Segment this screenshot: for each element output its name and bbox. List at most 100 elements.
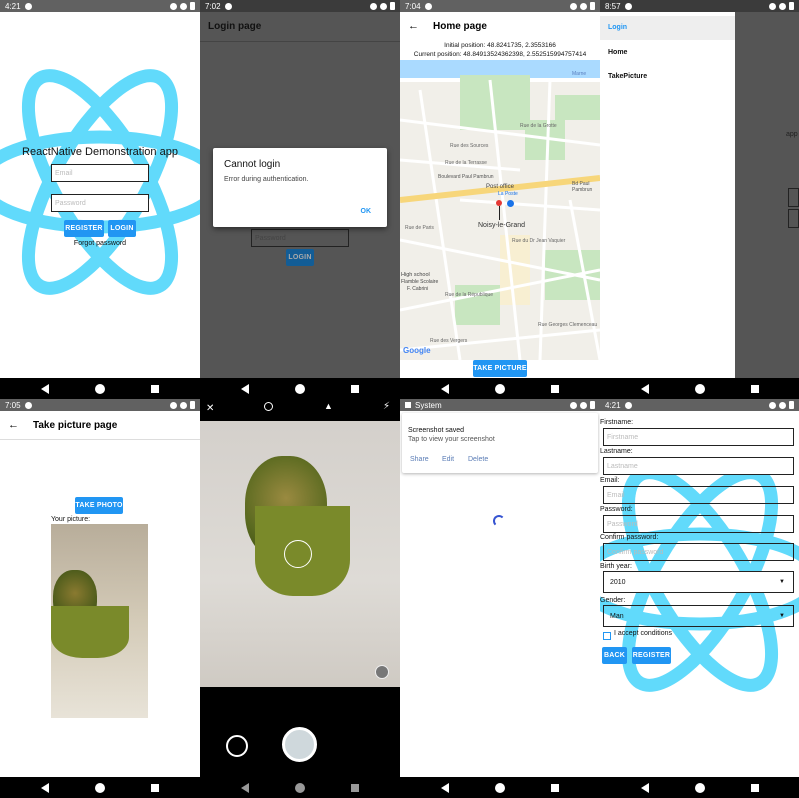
gender-select[interactable]: Man ▼ bbox=[603, 605, 794, 627]
screen-take-picture: 7:05 ← Take picture page TAKE PHOTO Your… bbox=[0, 399, 200, 798]
back-nav-icon[interactable] bbox=[441, 383, 449, 394]
share-action[interactable]: Share bbox=[410, 456, 429, 463]
recents-nav-icon[interactable] bbox=[151, 783, 159, 792]
home-nav-icon[interactable] bbox=[694, 782, 705, 793]
birth-year-value: 2010 bbox=[610, 578, 626, 586]
map-graphic bbox=[400, 60, 600, 360]
hdr-icon[interactable]: ▲ bbox=[324, 401, 333, 411]
back-nav-icon[interactable] bbox=[640, 782, 649, 793]
recents-nav-icon[interactable] bbox=[551, 384, 559, 393]
take-picture-button[interactable]: TAKE PICTURE bbox=[473, 360, 527, 377]
map-label-post-office: Post office bbox=[486, 184, 514, 190]
notification-title: Screenshot saved bbox=[408, 427, 465, 434]
recents-nav-icon[interactable] bbox=[551, 783, 559, 792]
status-time: 4:21 bbox=[5, 1, 21, 11]
recents-nav-icon[interactable] bbox=[151, 384, 159, 393]
back-nav-icon[interactable] bbox=[41, 383, 49, 394]
back-arrow-icon[interactable]: ← bbox=[8, 419, 19, 431]
map-label-sources: Rue des Sources bbox=[450, 143, 489, 149]
react-logo-icon bbox=[0, 69, 200, 295]
screen-notification: System Screenshot saved Tap to view your… bbox=[400, 399, 600, 798]
dialog-ok-button[interactable]: OK bbox=[361, 208, 372, 215]
partial-title: app bbox=[786, 131, 798, 138]
lastname-input[interactable]: Lastname bbox=[603, 457, 794, 475]
nav-bar bbox=[600, 777, 799, 798]
drawer-panel: Login Home TakePicture bbox=[600, 12, 735, 378]
email-label: Email: bbox=[600, 477, 620, 484]
notification-card[interactable]: Screenshot saved Tap to view your screen… bbox=[402, 413, 598, 473]
forgot-password-link[interactable]: Forgot password bbox=[0, 240, 200, 247]
firstname-input[interactable]: Firstname bbox=[603, 428, 794, 446]
birth-year-select[interactable]: 2010 ▼ bbox=[603, 571, 794, 593]
lens-icon[interactable] bbox=[375, 665, 389, 679]
switch-camera-icon[interactable] bbox=[226, 735, 248, 757]
screen-camera: ✕ ▲ ⚡ bbox=[200, 399, 400, 798]
home-nav-icon[interactable] bbox=[495, 383, 505, 394]
confirm-password-input[interactable]: Confirm password bbox=[603, 543, 794, 561]
back-nav-icon[interactable] bbox=[241, 782, 249, 793]
map-label-city: Noisy-le-Grand bbox=[478, 222, 526, 229]
map-view[interactable]: Marne Rue des Sources Rue de la Terrasse… bbox=[400, 60, 600, 360]
confirm-password-label: Confirm password: bbox=[600, 534, 659, 541]
delete-action[interactable]: Delete bbox=[468, 456, 488, 463]
take-photo-button[interactable]: TAKE PHOTO bbox=[75, 497, 123, 514]
home-nav-icon[interactable] bbox=[295, 383, 305, 394]
login-button[interactable]: LOGIN bbox=[108, 220, 136, 237]
edit-action[interactable]: Edit bbox=[442, 456, 454, 463]
drawer-item-home[interactable]: Home bbox=[600, 44, 735, 64]
timer-off-icon[interactable] bbox=[264, 402, 273, 411]
register-button[interactable]: REGISTER bbox=[64, 220, 104, 237]
back-nav-icon[interactable] bbox=[640, 383, 649, 394]
page-title: Home page bbox=[433, 20, 487, 32]
loading-spinner bbox=[493, 515, 505, 527]
home-nav-icon[interactable] bbox=[495, 782, 505, 793]
email-input[interactable]: Email bbox=[51, 164, 149, 182]
password-input[interactable]: Password bbox=[51, 194, 149, 212]
shutter-button[interactable] bbox=[282, 727, 317, 762]
status-bar: 4:21 bbox=[600, 399, 799, 411]
app-title: ReactNative Demonstration app bbox=[22, 146, 178, 158]
drawer-item-login[interactable]: Login bbox=[600, 16, 735, 40]
page-header: ← Home page bbox=[400, 12, 600, 40]
back-nav-icon[interactable] bbox=[441, 782, 449, 793]
map-label-vaquier: Rue du Dr Jean Vaquier bbox=[512, 238, 566, 244]
map-label-boulevard: Boulevard Paul Pambrun bbox=[438, 174, 494, 180]
status-bar: System bbox=[400, 399, 600, 411]
recents-nav-icon[interactable] bbox=[750, 783, 759, 792]
back-nav-icon[interactable] bbox=[241, 383, 249, 394]
back-button[interactable]: BACK bbox=[602, 647, 627, 664]
home-nav-icon[interactable] bbox=[95, 383, 105, 394]
status-bar: 8:57 bbox=[600, 0, 799, 12]
status-time: 7:02 bbox=[205, 1, 221, 11]
status-time: 7:04 bbox=[405, 1, 421, 11]
recents-nav-icon[interactable] bbox=[351, 384, 359, 393]
current-position: Current position: 48.84913524362398, 2.5… bbox=[413, 51, 587, 58]
password-input[interactable]: Password bbox=[251, 229, 349, 247]
drawer-item-takepicture[interactable]: TakePicture bbox=[600, 68, 735, 88]
status-bar: 4:21 bbox=[0, 0, 200, 12]
close-icon[interactable]: ✕ bbox=[206, 403, 214, 414]
login-button[interactable]: LOGIN bbox=[286, 249, 314, 266]
recents-nav-icon[interactable] bbox=[750, 384, 759, 393]
gender-value: Man bbox=[610, 612, 624, 620]
home-nav-icon[interactable] bbox=[694, 383, 705, 394]
back-arrow-icon[interactable]: ← bbox=[408, 20, 419, 32]
recents-nav-icon[interactable] bbox=[351, 783, 359, 792]
accept-checkbox[interactable] bbox=[603, 632, 611, 640]
password-input[interactable]: Password bbox=[603, 515, 794, 533]
nav-bar bbox=[0, 777, 200, 798]
register-button[interactable]: REGISTER bbox=[632, 647, 671, 664]
back-nav-icon[interactable] bbox=[41, 782, 49, 793]
home-nav-icon[interactable] bbox=[95, 782, 105, 793]
page-header: Login page bbox=[200, 12, 400, 42]
status-bar: 7:02 bbox=[200, 0, 400, 12]
camera-top-bar: ✕ ▲ ⚡ bbox=[200, 399, 400, 421]
camera-viewfinder[interactable] bbox=[200, 421, 400, 687]
nav-bar bbox=[200, 378, 400, 399]
home-nav-icon[interactable] bbox=[295, 782, 305, 793]
map-label-paris: Rue de Paris bbox=[405, 225, 434, 231]
flash-off-icon[interactable]: ⚡ bbox=[383, 401, 390, 412]
email-input[interactable]: Email bbox=[603, 486, 794, 504]
status-time: 8:57 bbox=[605, 1, 621, 11]
map-label-clemenceau: Rue Georges Clemenceau bbox=[538, 322, 598, 328]
